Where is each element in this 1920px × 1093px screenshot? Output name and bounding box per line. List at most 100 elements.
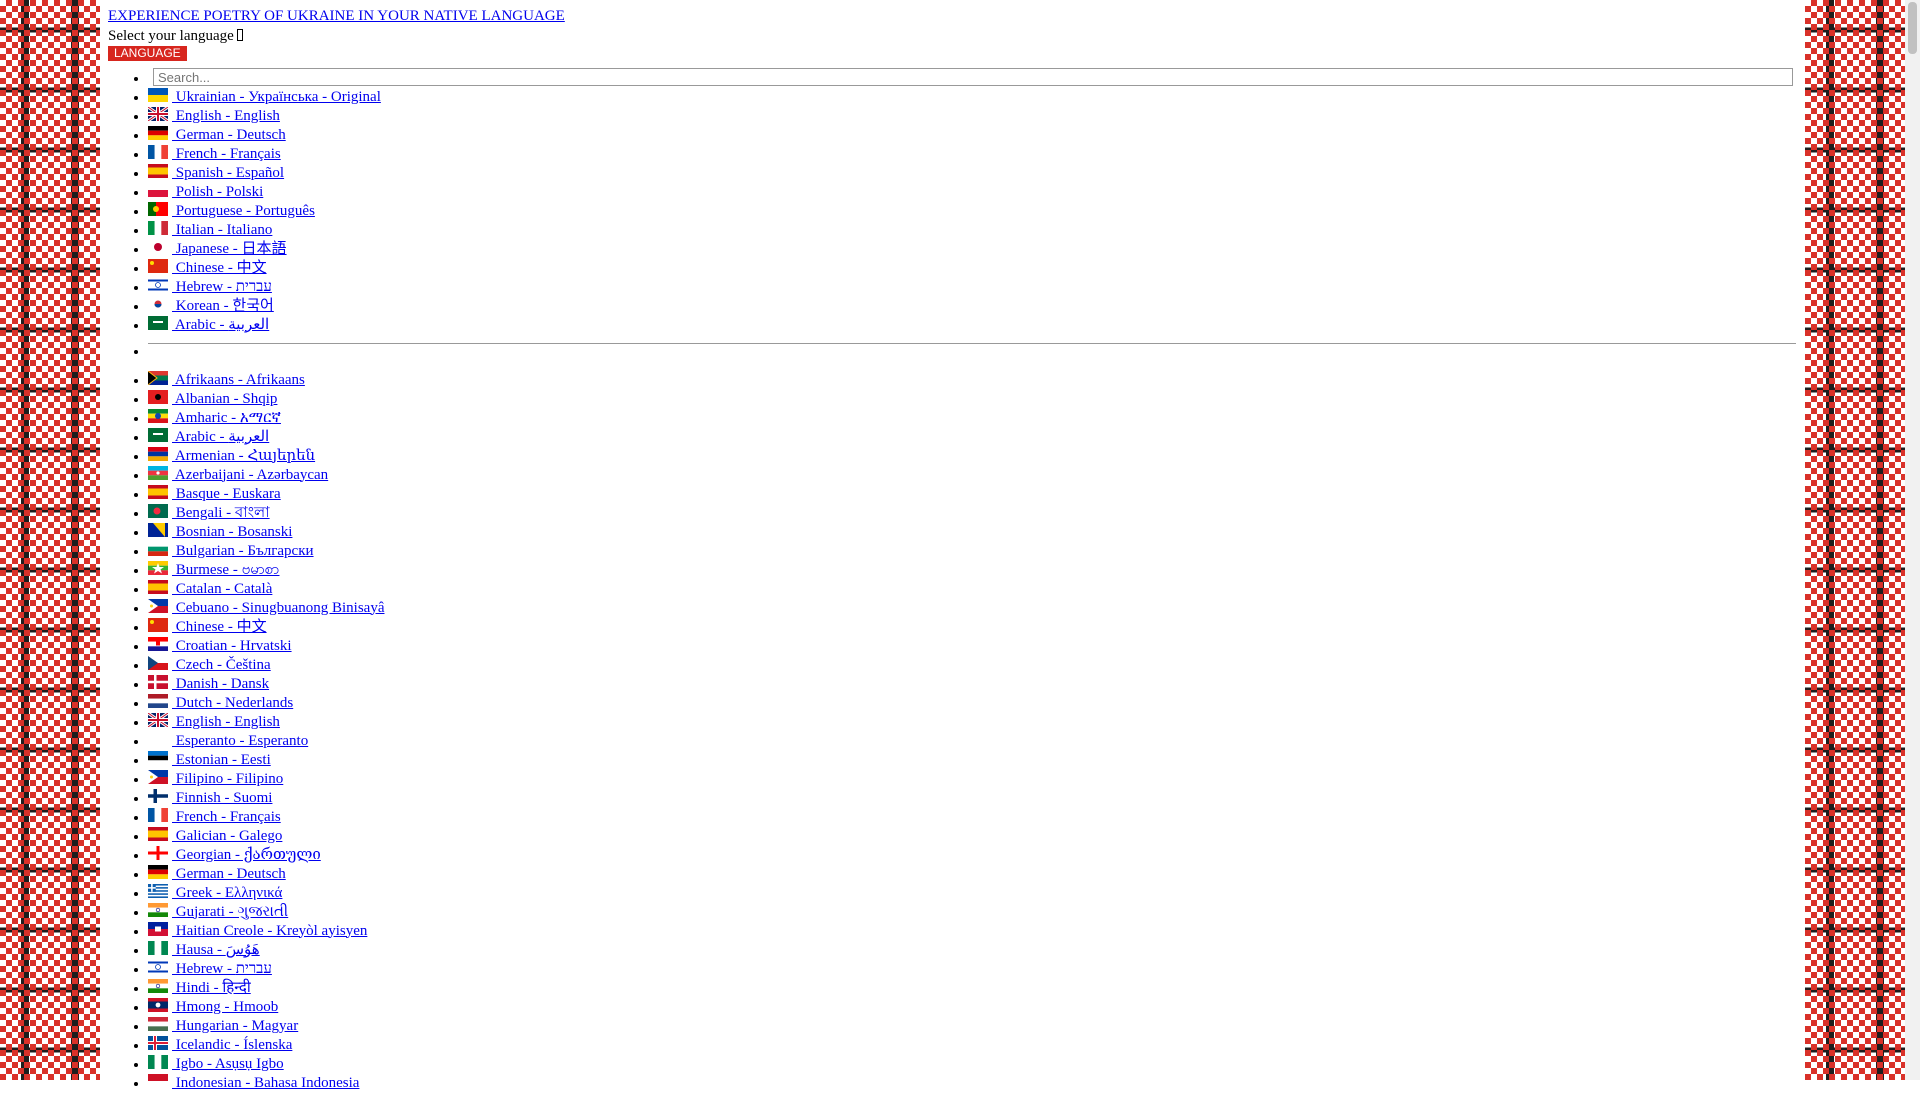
flag-jp-icon bbox=[148, 239, 168, 254]
language-link[interactable]: Korean - 한국어 bbox=[148, 296, 274, 314]
language-link[interactable]: Bosnian - Bosanski bbox=[148, 522, 292, 540]
language-list-item: Cebuano - Sinugbuanong Binisayâ bbox=[148, 598, 1798, 618]
language-list-item: Korean - 한국어 bbox=[148, 296, 1798, 316]
language-link[interactable]: Japanese - 日本語 bbox=[148, 239, 287, 257]
language-label: Filipino - Filipino bbox=[172, 770, 284, 787]
page-scrollbar[interactable] bbox=[1905, 0, 1920, 1080]
language-link[interactable]: Hausa - هَوُسَ bbox=[148, 940, 260, 958]
language-link[interactable]: Albanian - Shqip bbox=[148, 389, 277, 407]
page-title-link[interactable]: EXPERIENCE POETRY OF UKRAINE IN YOUR NAT… bbox=[108, 8, 1798, 25]
main-content: EXPERIENCE POETRY OF UKRAINE IN YOUR NAT… bbox=[108, 8, 1798, 1093]
language-link[interactable]: Finnish - Suomi bbox=[148, 788, 272, 806]
language-label: Hungarian - Magyar bbox=[172, 1017, 299, 1034]
language-link[interactable]: Haitian Creole - Kreyòl ayisyen bbox=[148, 921, 367, 939]
select-language-row: Select your language bbox=[108, 27, 1798, 45]
language-label: Estonian - Eesti bbox=[172, 751, 271, 768]
language-link[interactable]: Bengali - বাংলা bbox=[148, 503, 270, 521]
language-link[interactable]: Arabic - العربية bbox=[148, 315, 269, 333]
language-link[interactable]: Hindi - हिन्दी bbox=[148, 978, 251, 996]
language-list-item: Burmese - ဗမာစာ bbox=[148, 560, 1798, 580]
language-link[interactable]: Hebrew - עברית bbox=[148, 959, 272, 977]
language-link[interactable]: Catalan - Català bbox=[148, 579, 272, 597]
flag-il-icon bbox=[148, 277, 168, 292]
language-link[interactable]: English - English bbox=[147, 711, 280, 730]
language-link[interactable]: Danish - Dansk bbox=[148, 674, 269, 692]
section-divider bbox=[148, 342, 1796, 344]
language-list-item: Georgian - ქართული bbox=[148, 845, 1798, 865]
flag-ua-icon bbox=[148, 87, 168, 102]
language-link[interactable]: Chinese - 中文 bbox=[148, 258, 267, 276]
language-link[interactable]: Portuguese - Português bbox=[148, 201, 315, 219]
language-label: French - Français bbox=[172, 808, 281, 825]
language-link[interactable]: Hmong - Hmoob bbox=[148, 997, 278, 1015]
language-link[interactable]: Indonesian - Bahasa Indonesia bbox=[148, 1073, 359, 1091]
scrollbar-thumb[interactable] bbox=[1908, 2, 1917, 54]
language-link[interactable]: Basque - Euskara bbox=[148, 484, 281, 502]
language-label: Japanese - 日本語 bbox=[172, 240, 287, 257]
language-list-item: Croatian - Hrvatski bbox=[148, 636, 1798, 656]
language-label: Gujarati - ગુજરાતી bbox=[172, 903, 289, 920]
language-link[interactable]: Icelandic - Íslenska bbox=[148, 1035, 292, 1053]
language-link[interactable]: Esperanto - Esperanto bbox=[148, 733, 308, 749]
language-label: Bulgarian - Български bbox=[172, 542, 314, 559]
language-link[interactable]: Armenian - Հայերեն bbox=[148, 446, 315, 464]
language-list-item: Danish - Dansk bbox=[148, 674, 1798, 694]
language-link[interactable]: Bulgarian - Български bbox=[148, 541, 314, 559]
language-link[interactable]: English - English bbox=[147, 105, 280, 124]
language-link[interactable]: Igbo - Asụsụ Igbo bbox=[148, 1054, 284, 1072]
language-link[interactable]: Croatian - Hrvatski bbox=[148, 636, 292, 654]
language-link[interactable]: Ukrainian - Українська - Original bbox=[148, 87, 381, 105]
language-link[interactable]: Amharic - አማርኛ bbox=[148, 408, 281, 426]
language-link[interactable]: Polish - Polski bbox=[148, 182, 263, 200]
flag-cn-icon bbox=[148, 258, 168, 273]
search-input[interactable] bbox=[153, 68, 1793, 86]
language-link[interactable]: Cebuano - Sinugbuanong Binisayâ bbox=[148, 598, 384, 616]
flag-cn-icon bbox=[148, 617, 168, 632]
language-link[interactable]: Chinese - 中文 bbox=[148, 617, 267, 635]
language-link[interactable]: Gujarati - ગુજરાતી bbox=[148, 902, 289, 920]
language-label: Croatian - Hrvatski bbox=[172, 637, 292, 654]
flag-et-icon bbox=[148, 408, 168, 423]
language-list-item: Catalan - Català bbox=[148, 579, 1798, 599]
language-link[interactable]: Galician - Galego bbox=[148, 826, 282, 844]
flag-in-icon bbox=[148, 902, 168, 917]
language-label: Hebrew - עברית bbox=[172, 960, 272, 977]
language-link[interactable]: Hungarian - Magyar bbox=[148, 1016, 299, 1034]
language-list-item: Bengali - বাংলা bbox=[148, 503, 1798, 523]
flag-es-icon bbox=[148, 826, 168, 841]
language-link[interactable]: Burmese - ဗမာစာ bbox=[148, 560, 279, 578]
language-link[interactable]: Afrikaans - Afrikaans bbox=[147, 370, 305, 388]
language-list-item: Arabic - العربية bbox=[148, 427, 1798, 447]
language-link[interactable]: Spanish - Español bbox=[148, 163, 284, 181]
flag-sa-icon bbox=[148, 315, 168, 330]
language-link[interactable]: Georgian - ქართული bbox=[148, 845, 321, 863]
flag-il-icon bbox=[148, 959, 168, 974]
language-link[interactable]: Czech - Čeština bbox=[148, 655, 271, 673]
language-link[interactable]: Estonian - Eesti bbox=[148, 750, 271, 768]
flag-am-icon bbox=[148, 446, 168, 461]
language-link[interactable]: Azerbaijani - Azərbaycan bbox=[148, 465, 328, 483]
flag-hr-icon bbox=[148, 636, 168, 651]
language-button[interactable]: LANGUAGE bbox=[108, 46, 187, 61]
language-list-item: Hebrew - עברית bbox=[148, 959, 1798, 979]
search-list-item bbox=[148, 68, 1798, 88]
flag-cz-icon bbox=[148, 655, 168, 670]
language-label: Amharic - አማርኛ bbox=[172, 409, 281, 426]
flag-la-icon bbox=[148, 997, 168, 1012]
language-list-item: Chinese - 中文 bbox=[148, 617, 1798, 637]
language-link[interactable]: French - Français bbox=[148, 807, 281, 825]
language-link[interactable]: Greek - Ελληνικά bbox=[148, 883, 282, 901]
language-link[interactable]: Arabic - العربية bbox=[148, 427, 269, 445]
language-link[interactable]: French - Français bbox=[148, 144, 281, 162]
language-link[interactable]: Hebrew - עברית bbox=[148, 277, 272, 295]
language-list-item: Polish - Polski bbox=[148, 182, 1798, 202]
language-list-item: Albanian - Shqip bbox=[148, 389, 1798, 409]
language-link[interactable]: German - Deutsch bbox=[148, 125, 286, 143]
language-label: Georgian - ქართული bbox=[172, 846, 321, 863]
language-link[interactable]: Filipino - Filipino bbox=[148, 769, 284, 787]
language-link[interactable]: Dutch - Nederlands bbox=[148, 693, 293, 711]
language-list-item: Czech - Čeština bbox=[148, 655, 1798, 675]
language-link[interactable]: Italian - Italiano bbox=[148, 220, 272, 238]
language-link[interactable]: German - Deutsch bbox=[148, 864, 286, 882]
language-list-item: Estonian - Eesti bbox=[148, 750, 1798, 770]
